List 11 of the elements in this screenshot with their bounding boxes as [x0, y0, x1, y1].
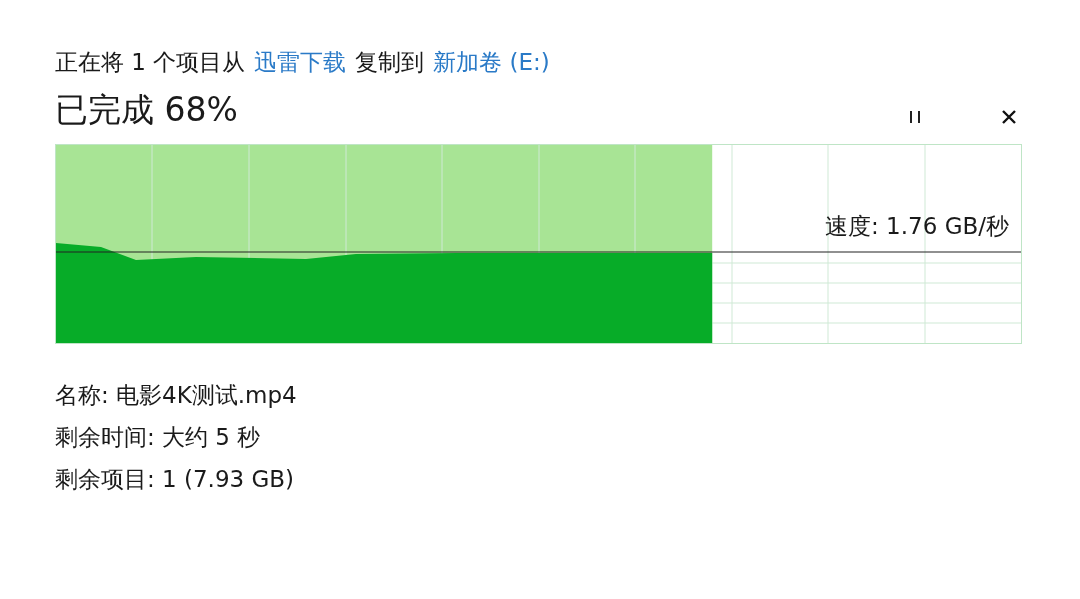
detail-text: 剩余项目: 1 (7.93 GB): [55, 465, 295, 494]
pause-icon: [908, 109, 922, 125]
copy-description: 正在将 1 个项目从: [55, 47, 246, 77]
detail-text: 剩余时间: 大约 5 秒: [55, 423, 261, 452]
detail-text: 名称: 电影4K测试.mp4: [55, 381, 297, 410]
folder-link[interactable]: 新加卷 (E:): [433, 46, 550, 78]
copy-description: 复制到: [355, 47, 425, 77]
close-icon: [1000, 108, 1018, 126]
folder-link[interactable]: 迅雷下载: [254, 46, 347, 78]
progress-title: 已完成 68%: [55, 88, 238, 131]
speed-label: 速度: 1.76 GB/秒: [825, 212, 1009, 241]
